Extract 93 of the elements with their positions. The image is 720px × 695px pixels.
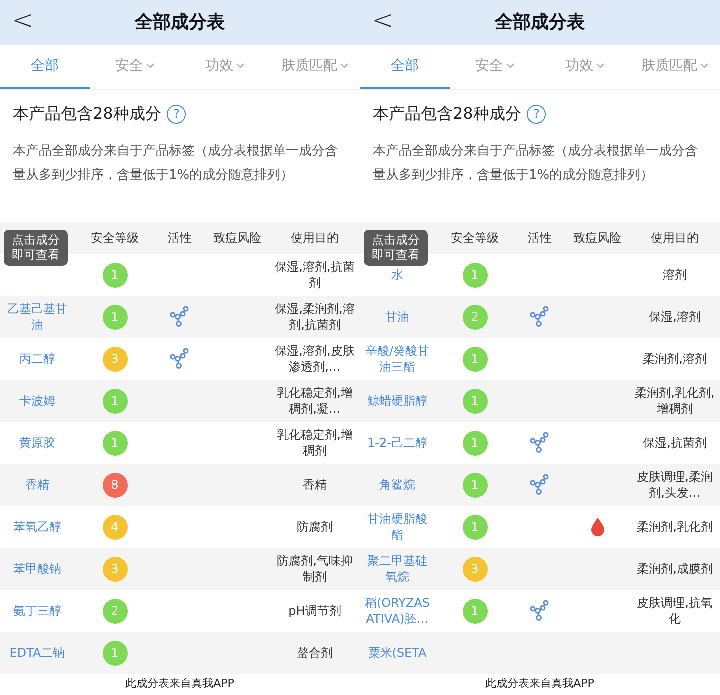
back-button[interactable]: < xyxy=(12,6,34,36)
usage-purpose: 柔润剂,成膜剂 xyxy=(637,561,713,577)
safety-grade-badge: 1 xyxy=(102,430,128,456)
filter-tab[interactable]: 肤质匹配 xyxy=(270,45,360,89)
chevron-down-icon xyxy=(700,63,708,69)
filter-tab[interactable]: 功效 xyxy=(540,45,630,89)
ingredient-link[interactable]: 香精 xyxy=(26,477,50,493)
usage-purpose: 皮肤调理,抗氧化 xyxy=(636,595,714,627)
chevron-down-icon xyxy=(340,63,348,69)
ingredient-link[interactable]: 甘油 xyxy=(386,309,410,325)
safety-grade-badge: 8 xyxy=(102,472,128,498)
safety-grade-badge: 1 xyxy=(102,262,128,288)
column-header: 使用目的 xyxy=(650,230,700,247)
safety-grade-badge: 3 xyxy=(102,346,128,372)
help-button[interactable]: ? xyxy=(167,104,186,124)
source-note: 此成分表来自真我APP xyxy=(126,676,234,692)
ingredient-link[interactable]: 苯甲酸钠 xyxy=(14,561,62,577)
usage-purpose: 保湿,柔润剂,溶剂,抗菌剂 xyxy=(274,301,356,333)
safety-grade-badge: 4 xyxy=(102,514,128,540)
safety-grade-badge: 2 xyxy=(462,304,488,330)
back-button[interactable]: < xyxy=(372,6,394,36)
safety-grade-badge: 2 xyxy=(102,598,128,624)
chevron-down-icon xyxy=(236,63,244,69)
page-title: 全部成分表 xyxy=(135,11,225,35)
usage-purpose: 保湿,溶剂,抗菌剂 xyxy=(274,259,356,291)
filter-tab[interactable]: 全部 xyxy=(360,45,450,89)
ingredient-link[interactable]: 稻(ORYZASATIVA)胚… xyxy=(362,595,433,627)
safety-grade-badge: 1 xyxy=(462,262,488,288)
ingredient-link[interactable]: 辛酸/癸酸甘油三酯 xyxy=(362,343,433,375)
column-header: 安全等级 xyxy=(90,230,140,247)
column-header: 活性 xyxy=(527,230,553,247)
ingredient-link[interactable]: 水 xyxy=(392,267,404,283)
ingredient-link[interactable]: 粟米(SETA xyxy=(368,645,427,661)
ingredient-link[interactable]: 聚二甲基硅氧烷 xyxy=(362,553,433,585)
safety-grade-badge: 3 xyxy=(462,556,488,582)
safety-grade-badge: 1 xyxy=(102,304,128,330)
filter-tab[interactable]: 全部 xyxy=(0,45,90,89)
source-note: 此成分表来自真我APP xyxy=(486,676,594,692)
usage-purpose: 柔润剂,溶剂 xyxy=(643,351,707,367)
filter-tab[interactable]: 功效 xyxy=(180,45,270,89)
page-title: 全部成分表 xyxy=(495,11,585,35)
chevron-down-icon xyxy=(596,63,604,69)
safety-grade-badge: 1 xyxy=(462,346,488,372)
usage-purpose: 乳化稳定剂,增稠剂 xyxy=(276,427,354,459)
safety-grade-badge: 1 xyxy=(462,472,488,498)
filter-tab[interactable]: 安全 xyxy=(90,45,180,89)
usage-purpose: 柔润剂,乳化剂,增稠剂 xyxy=(634,385,716,417)
help-button[interactable]: ? xyxy=(527,104,546,124)
ingredient-link[interactable]: 角鲨烷 xyxy=(380,477,416,493)
usage-purpose: 防腐剂,气味抑制剂 xyxy=(276,553,354,585)
usage-purpose: 保湿,溶剂 xyxy=(649,309,701,325)
ingredient-link[interactable]: 氨丁三醇 xyxy=(14,603,62,619)
safety-grade-badge: 1 xyxy=(462,514,488,540)
usage-purpose: 乳化稳定剂,增稠剂,凝… xyxy=(276,385,354,417)
usage-purpose: 香精 xyxy=(303,477,327,493)
safety-grade-badge: 1 xyxy=(102,640,128,666)
ingredient-link[interactable]: 乙基己基甘油 xyxy=(2,301,73,333)
filter-tab[interactable]: 安全 xyxy=(450,45,540,89)
ingredient-count: 本产品包含28种成分 xyxy=(373,103,522,125)
safety-grade-badge: 1 xyxy=(102,388,128,414)
description-text: 本产品全部成分来自于产品标签（成分表根据单一成分含量从多到少排序，含量低于1%的成分随意排列） xyxy=(13,143,339,185)
description-text: 本产品全部成分来自于产品标签（成分表根据单一成分含量从多到少排序，含量低于1%的成分随意排列） xyxy=(373,143,699,185)
usage-purpose: 防腐剂 xyxy=(297,519,333,535)
usage-purpose: 皮肤调理,柔润剂,头发… xyxy=(636,469,714,501)
safety-grade-badge: 1 xyxy=(462,598,488,624)
usage-purpose: 保湿,抗菌剂 xyxy=(643,435,707,451)
ingredient-link[interactable]: 甘油硬脂酸酯 xyxy=(362,511,433,543)
column-header: 使用目的 xyxy=(290,230,340,247)
hint-tooltip: 点击成分即可查看 xyxy=(4,230,68,266)
column-header: 致痘风险 xyxy=(212,230,262,247)
column-header: 安全等级 xyxy=(450,230,500,247)
ingredient-link[interactable]: 卡波姆 xyxy=(20,393,56,409)
usage-purpose: 螯合剂 xyxy=(297,645,333,661)
usage-purpose: 保湿,溶剂,皮肤渗透剂,… xyxy=(274,343,356,375)
ingredient-link[interactable]: 鲸蜡硬脂醇 xyxy=(368,393,428,409)
chevron-down-icon xyxy=(146,63,154,69)
chevron-down-icon xyxy=(506,63,514,69)
column-header: 活性 xyxy=(167,230,193,247)
ingredient-count: 本产品包含28种成分 xyxy=(13,103,162,125)
usage-purpose: 柔润剂,乳化剂 xyxy=(637,519,713,535)
ingredient-link[interactable]: 丙二醇 xyxy=(20,351,56,367)
usage-purpose: 溶剂 xyxy=(663,267,687,283)
ingredient-link[interactable]: 苯氧乙醇 xyxy=(14,519,62,535)
ingredient-link[interactable]: 黄原胶 xyxy=(20,435,56,451)
column-header: 致痘风险 xyxy=(572,230,622,247)
safety-grade-badge: 1 xyxy=(462,430,488,456)
filter-tab[interactable]: 肤质匹配 xyxy=(630,45,720,89)
hint-tooltip: 点击成分即可查看 xyxy=(364,230,428,266)
safety-grade-badge: 3 xyxy=(102,556,128,582)
usage-purpose: pH调节剂 xyxy=(288,603,342,619)
safety-grade-badge: 1 xyxy=(462,388,488,414)
ingredient-link[interactable]: 1-2-己二醇 xyxy=(368,435,428,451)
ingredient-link[interactable]: EDTA二钠 xyxy=(10,645,66,661)
